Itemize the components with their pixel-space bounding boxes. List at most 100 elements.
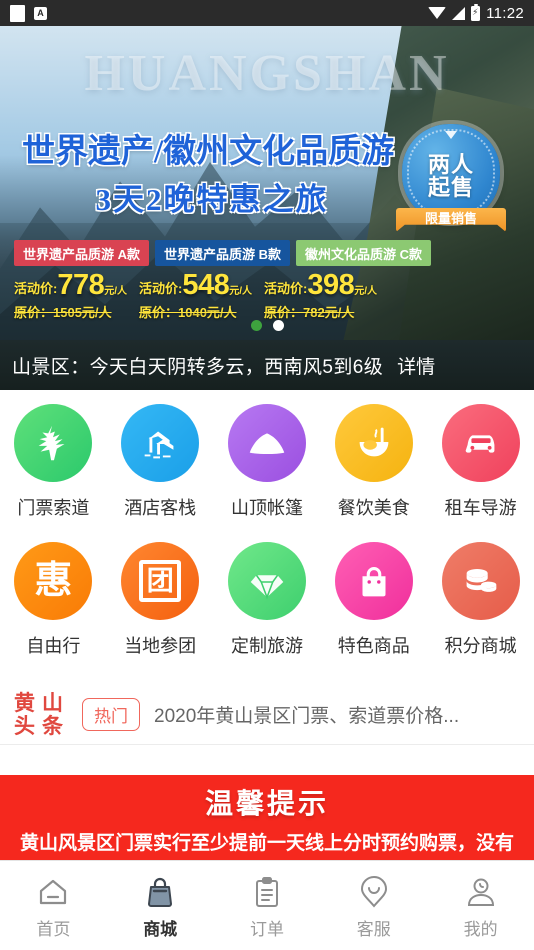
logo-char: 山: [42, 691, 63, 716]
warm-notice-banner[interactable]: 温馨提示 黄山风景区门票实行至少提前一天线上分时预约购票，没有: [0, 775, 534, 860]
tab-label: 首页: [36, 919, 71, 939]
notice-heading: 温馨提示: [204, 789, 329, 820]
grid-icon-circle: [441, 404, 520, 482]
grid-item-points-mall[interactable]: 积分商城: [427, 542, 534, 658]
pine-tree-icon: [39, 425, 65, 461]
status-bar-left: A: [10, 4, 47, 22]
status-bar-right: 11:22: [428, 3, 524, 22]
grid-icon-circle: [441, 542, 520, 620]
tab-service[interactable]: 客服: [320, 861, 427, 950]
weather-detail-link[interactable]: 详情: [397, 352, 435, 379]
tab-label: 我的: [463, 919, 498, 939]
grid-item-label: 门票索道: [17, 498, 90, 518]
badge-line-1: 两人: [427, 151, 474, 177]
grid-item-local-group[interactable]: 团 当地参团: [107, 542, 214, 658]
service-grid-row-1: 门票索道 酒店客栈 山顶帐篷 餐饮美食 租车导游: [0, 404, 534, 520]
grid-icon-circle: [121, 404, 200, 482]
grid-item-free-travel[interactable]: 惠 自由行: [0, 542, 107, 658]
news-headline[interactable]: 2020年黄山景区门票、索道票价格...: [154, 701, 459, 728]
carousel-dots: [0, 320, 534, 331]
bottom-tab-bar: 首页 商城 订单 客服 我的: [0, 860, 534, 950]
hero-banner[interactable]: HUANGSHAN 世界遗产/徽州文化品质游 3天2晚特惠之旅 两人 起售 限量…: [0, 26, 534, 366]
grid-item-car[interactable]: 租车导游: [427, 404, 534, 520]
grid-icon-circle: [227, 542, 306, 620]
tent-icon: [249, 433, 285, 455]
grid-icon-circle: 惠: [14, 542, 93, 620]
logo-char: 头: [14, 713, 35, 738]
logo-char: 黄: [14, 691, 35, 716]
grid-item-custom-tour[interactable]: 定制旅游: [214, 542, 321, 658]
grid-item-label: 酒店客栈: [124, 498, 197, 518]
huangshan-headline-logo: 黄 山 头 条: [14, 692, 70, 736]
hero-headline: 世界遗产/徽州文化品质游: [22, 134, 395, 170]
notice-body: 黄山风景区门票实行至少提前一天线上分时预约购票，没有: [19, 833, 514, 854]
badge-ribbon: 限量销售: [396, 208, 506, 232]
weather-bar[interactable]: 山景区：今天白天阴转多云，西南风5到6级 详情: [0, 340, 534, 390]
current-price-line: 活动价: 778 元/人: [14, 269, 139, 301]
price-label: 活动价:: [264, 280, 308, 296]
tab-label: 客服: [356, 919, 391, 939]
grid-item-tickets[interactable]: 门票索道: [0, 404, 107, 520]
signal-icon: [452, 6, 466, 20]
status-bar: A 11:22: [0, 0, 534, 26]
hot-badge: 热门: [82, 698, 140, 731]
grid-item-label: 当地参团: [124, 636, 197, 656]
grid-icon-circle: [14, 404, 93, 482]
shopping-bag-icon: [362, 567, 386, 597]
tuan-char-icon: 团: [139, 560, 182, 602]
app-root: A 11:22 HUANGSHAN 世界遗产/徽州文化品质游 3天2晚特惠之旅: [0, 0, 534, 950]
service-grid: 门票索道 酒店客栈 山顶帐篷 餐饮美食 租车导游 惠 自由行 团 当地参团 定制…: [0, 390, 534, 664]
current-price-line: 活动价: 398 元/人: [264, 269, 389, 301]
bowl-icon: [359, 427, 389, 457]
price-value: 548: [182, 269, 230, 301]
grid-item-food[interactable]: 餐饮美食: [320, 404, 427, 520]
tab-label: 商城: [143, 919, 178, 939]
grid-item-specialty-goods[interactable]: 特色商品: [320, 542, 427, 658]
package-tag-row: 世界遗产品质游 A款 世界遗产品质游 B款 徽州文化品质游 C款: [14, 240, 432, 266]
car-icon: [465, 435, 494, 453]
weather-text: 山景区：今天白天阴转多云，西南风5到6级: [12, 356, 384, 378]
diamond-icon: [250, 574, 284, 600]
service-grid-row-2: 惠 自由行 团 当地参团 定制旅游 特色商品 积分商城: [0, 542, 534, 658]
package-tag[interactable]: 徽州文化品质游 C款: [296, 240, 432, 266]
carousel-dot[interactable]: [272, 320, 284, 331]
badge-line-2: 起售: [427, 175, 474, 200]
grid-icon-circle: [334, 542, 413, 620]
battery-charging-icon: [471, 3, 481, 21]
package-price-cell: 活动价: 778 元/人 原价：1505元/人: [14, 269, 139, 321]
package-price-cell: 活动价: 548 元/人 原价：1040元/人: [139, 269, 264, 321]
two-person-badge: 两人 起售 限量销售: [396, 124, 506, 236]
user-icon: [467, 878, 494, 906]
a-badge-icon: A: [34, 6, 47, 20]
tab-shop[interactable]: 商城: [107, 861, 214, 950]
grid-icon-circle: 团: [121, 542, 200, 620]
status-clock: 11:22: [486, 4, 524, 22]
grid-icon-circle: [334, 404, 413, 482]
grid-item-tents[interactable]: 山顶帐篷: [214, 404, 321, 520]
carousel-dot[interactable]: [250, 320, 262, 331]
package-tag[interactable]: 世界遗产品质游 A款: [14, 240, 150, 266]
clipboard-icon: [255, 876, 278, 907]
tab-home[interactable]: 首页: [0, 861, 107, 950]
grid-item-label: 特色商品: [337, 636, 410, 656]
grid-item-label: 山顶帐篷: [230, 498, 303, 518]
original-price: 原价：1505元/人: [14, 304, 112, 320]
price-value: 398: [307, 269, 355, 301]
package-tag[interactable]: 世界遗产品质游 B款: [155, 240, 291, 266]
tab-label: 订单: [249, 919, 284, 939]
grid-item-hotels[interactable]: 酒店客栈: [107, 404, 214, 520]
house-icon: [144, 431, 174, 459]
price-value: 778: [57, 269, 105, 301]
price-unit: 元/人: [229, 285, 253, 297]
tab-orders[interactable]: 订单: [214, 861, 321, 950]
coins-icon: [466, 569, 496, 592]
grid-item-label: 自由行: [26, 636, 81, 656]
shop-bag-icon: [148, 877, 173, 907]
grid-item-label: 定制旅游: [230, 636, 303, 656]
price-label: 活动价:: [14, 280, 58, 296]
package-price-row: 活动价: 778 元/人 原价：1505元/人 活动价: 548 元/人 原价：…: [14, 269, 389, 321]
package-price-cell: 活动价: 398 元/人 原价：782元/人: [264, 269, 389, 321]
tab-mine[interactable]: 我的: [427, 861, 534, 950]
news-row[interactable]: 黄 山 头 条 热门 2020年黄山景区门票、索道票价格...: [0, 685, 534, 745]
grid-item-label: 餐饮美食: [337, 498, 410, 518]
